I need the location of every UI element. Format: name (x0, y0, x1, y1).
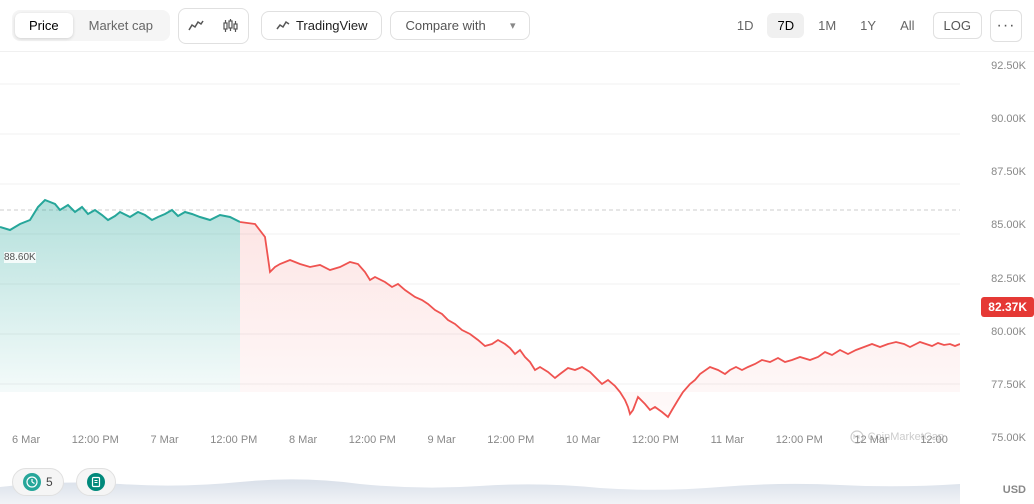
trading-view-btn[interactable]: TradingView (261, 11, 383, 40)
ellipsis-icon: ··· (997, 17, 1016, 35)
time-1y-btn[interactable]: 1Y (850, 13, 886, 38)
y-label-3: 85.00K (964, 219, 1026, 231)
usd-label: USD (1003, 484, 1026, 496)
y-axis: 92.50K 90.00K 87.50K 85.00K 82.50K 80.00… (960, 52, 1034, 452)
y-label-6: 77.50K (964, 379, 1026, 391)
compare-with-btn[interactable]: Compare with ▾ (390, 11, 530, 40)
trading-view-label: TradingView (296, 18, 368, 33)
current-price-tag: 82.37K (981, 297, 1034, 317)
x-label-11: 12:00 PM (776, 434, 823, 446)
x-axis: 6 Mar 12:00 PM 7 Mar 12:00 PM 8 Mar 12:0… (0, 428, 960, 452)
chevron-down-icon: ▾ (510, 19, 516, 32)
x-label-5: 12:00 PM (349, 434, 396, 446)
candle-chart-btn[interactable] (213, 8, 249, 44)
tab-price[interactable]: Price (15, 13, 73, 38)
x-label-9: 12:00 PM (632, 434, 679, 446)
time-1m-btn[interactable]: 1M (808, 13, 846, 38)
toolbar: Price Market cap (0, 0, 1034, 52)
chart-container: 92.50K 90.00K 87.50K 85.00K 82.50K 80.00… (0, 52, 1034, 504)
bottom-badges: 5 (12, 468, 116, 496)
trading-view-icon (276, 19, 290, 33)
chart-type-tabs: Price Market cap (12, 10, 170, 41)
compare-label: Compare with (405, 18, 485, 33)
clock-badge-icon (23, 473, 41, 491)
x-label-10: 11 Mar (711, 434, 744, 446)
x-label-4: 8 Mar (289, 434, 317, 446)
y-label-7: 75.00K (964, 432, 1026, 444)
log-btn[interactable]: LOG (933, 12, 982, 39)
x-label-3: 12:00 PM (210, 434, 257, 446)
clock-badge[interactable]: 5 (12, 468, 64, 496)
chart-style-group (178, 8, 249, 44)
time-1d-btn[interactable]: 1D (727, 13, 764, 38)
x-label-2: 7 Mar (151, 434, 179, 446)
doc-badge[interactable] (76, 468, 116, 496)
tab-market-cap[interactable]: Market cap (75, 13, 167, 38)
time-period-group: 1D 7D 1M 1Y All (727, 13, 925, 38)
more-options-btn[interactable]: ··· (990, 10, 1022, 42)
time-all-btn[interactable]: All (890, 13, 924, 38)
y-label-4: 82.50K (964, 273, 1026, 285)
x-label-8: 10 Mar (566, 434, 600, 446)
y-label-5: 80.00K (964, 326, 1026, 338)
x-label-7: 12:00 PM (487, 434, 534, 446)
price-chart-svg[interactable] (0, 52, 960, 452)
y-label-2: 87.50K (964, 166, 1026, 178)
y-label-0: 92.50K (964, 60, 1026, 72)
start-price-label: 88.60K (4, 252, 36, 263)
line-chart-btn[interactable] (178, 8, 214, 44)
time-7d-btn[interactable]: 7D (767, 13, 804, 38)
doc-badge-icon (87, 473, 105, 491)
x-label-13: 12:00 (920, 434, 948, 446)
x-label-6: 9 Mar (428, 434, 456, 446)
line-chart-icon (188, 18, 204, 34)
y-label-1: 90.00K (964, 113, 1026, 125)
x-label-0: 6 Mar (12, 434, 40, 446)
x-label-12: 12 Mar (854, 434, 888, 446)
x-label-1: 12:00 PM (72, 434, 119, 446)
volume-chart (0, 452, 960, 504)
candle-chart-icon (222, 18, 238, 34)
clock-badge-count: 5 (46, 475, 53, 489)
